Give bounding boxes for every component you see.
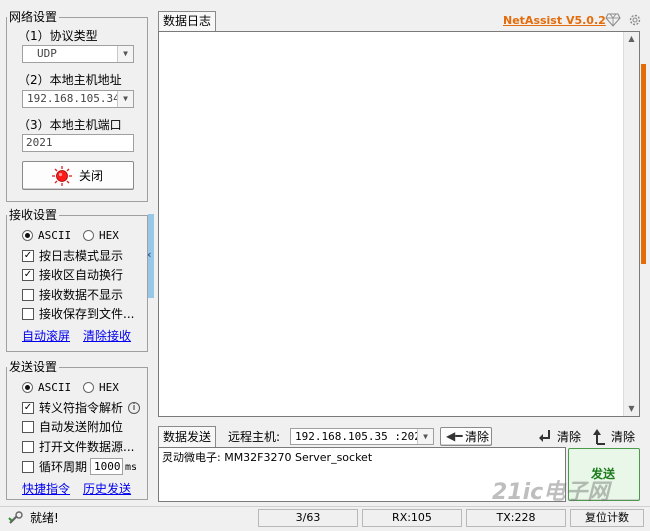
auto-wrap-label: 接收区自动换行 (39, 268, 124, 282)
local-port-input[interactable]: 2021 (22, 134, 134, 152)
info-icon[interactable]: i (128, 402, 140, 414)
cycle-period-input[interactable]: 1000 (90, 458, 123, 475)
local-host-label: （2）本地主机地址 (18, 73, 122, 87)
app-title[interactable]: NetAssist V5.0.2 (503, 14, 606, 28)
file-source-checkbox[interactable] (22, 441, 34, 453)
send-hex-radio[interactable] (83, 382, 94, 393)
page-counter: 3/63 (258, 509, 358, 527)
log-scrollbar[interactable]: ▲ ▼ (623, 32, 639, 416)
auto-wrap-checkbox[interactable]: ✓ (22, 269, 34, 281)
clear-remote-button[interactable]: ◀━ 清除 (440, 427, 492, 446)
scroll-up-icon[interactable]: ▲ (624, 32, 639, 46)
receive-settings-legend: 接收设置 (9, 208, 58, 222)
status-ready: 就绪! (30, 511, 59, 525)
tx-counter: TX:228 (466, 509, 566, 527)
chevron-down-icon[interactable]: ▼ (117, 91, 133, 107)
auto-append-checkbox[interactable] (22, 421, 34, 433)
file-source-label: 打开文件数据源... (39, 440, 135, 454)
receive-ascii-label: ASCII (38, 229, 72, 242)
red-light-icon (52, 166, 72, 186)
receive-ascii-radio[interactable] (22, 230, 33, 241)
escape-parse-checkbox[interactable]: ✓ (22, 402, 34, 414)
protocol-select[interactable]: UDP ▼ (22, 45, 134, 63)
local-host-select[interactable]: 192.168.105.34 ▼ (22, 90, 134, 108)
save-to-file-checkbox[interactable] (22, 308, 34, 320)
chevron-down-icon[interactable]: ▼ (417, 429, 433, 444)
tx-counter-text: TX:228 (496, 511, 536, 524)
auto-scroll-link[interactable]: 自动滚屏 (22, 329, 70, 343)
clear-send-label: 清除 (611, 430, 636, 444)
local-port-label: （3）本地主机端口 (18, 118, 122, 132)
remote-host-value: 192.168.105.35 :2021 (295, 430, 428, 443)
chevron-down-icon[interactable]: ▼ (117, 46, 133, 62)
send-button-label: 发送 (591, 467, 616, 481)
clear-send-button[interactable]: 清除 (592, 428, 640, 446)
page-counter-text: 3/63 (295, 511, 321, 524)
cycle-label: 循环周期 (39, 460, 88, 474)
log-mode-checkbox[interactable]: ✓ (22, 250, 34, 262)
network-settings-legend: 网络设置 (9, 10, 58, 24)
right-accent-bar (641, 64, 646, 264)
arrow-left-icon: ◀━ (446, 429, 463, 443)
remote-host-label: 远程主机: (228, 430, 281, 444)
reset-counter-label: 复位计数 (585, 511, 629, 524)
log-mode-label: 按日志模式显示 (39, 249, 124, 263)
hide-receive-label: 接收数据不显示 (39, 288, 124, 302)
shortcut-commands-link[interactable]: 快捷指令 (22, 482, 70, 496)
send-ascii-radio[interactable] (22, 382, 33, 393)
clear-receive-btn-label: 清除 (557, 430, 582, 444)
send-tab[interactable]: 数据发送 (158, 426, 216, 447)
diamond-icon[interactable] (605, 13, 621, 27)
collapse-arrow-icon[interactable]: ‹ (147, 248, 155, 262)
reset-counter-button[interactable]: 复位计数 (570, 509, 644, 527)
up-arrow-icon (593, 429, 605, 445)
clear-receive-link[interactable]: 清除接收 (83, 329, 131, 343)
watermark: 21ic电子网 (492, 480, 610, 505)
send-settings-legend: 发送设置 (9, 360, 58, 374)
close-button-label: 关闭 (79, 169, 104, 183)
receive-hex-label: HEX (99, 229, 119, 242)
log-tab[interactable]: 数据日志 (158, 11, 216, 31)
wrench-icon (8, 511, 23, 524)
clear-remote-label: 清除 (465, 430, 490, 444)
return-arrow-icon (539, 430, 550, 442)
rx-counter: RX:105 (362, 509, 462, 527)
protocol-type-label: （1）协议类型 (18, 29, 98, 43)
send-history-link[interactable]: 历史发送 (83, 482, 131, 496)
send-ascii-label: ASCII (38, 381, 72, 394)
auto-append-label: 自动发送附加位 (39, 420, 124, 434)
data-log-area[interactable]: ▲ ▼ (158, 31, 640, 417)
receive-hex-radio[interactable] (83, 230, 94, 241)
send-hex-label: HEX (99, 381, 119, 394)
log-tab-label: 数据日志 (163, 14, 212, 28)
rx-counter-text: RX:105 (392, 511, 432, 524)
scroll-down-icon[interactable]: ▼ (624, 402, 639, 416)
clear-receive-button[interactable]: 清除 (538, 428, 586, 446)
save-to-file-label: 接收保存到文件... (39, 307, 135, 321)
send-tab-label: 数据发送 (163, 430, 212, 444)
cycle-checkbox[interactable] (22, 461, 34, 473)
remote-host-select[interactable]: 192.168.105.35 :2021 ▼ (290, 428, 434, 445)
protocol-value: UDP (37, 47, 57, 60)
close-connection-button[interactable]: 关闭 (22, 161, 134, 190)
cycle-unit-label: ms (125, 462, 138, 473)
settings-gear-icon[interactable] (628, 13, 642, 27)
send-input-text: 灵动微电子: MM32F3270 Server_socket (162, 451, 373, 464)
escape-parse-label: 转义符指令解析 (39, 401, 124, 415)
hide-receive-checkbox[interactable] (22, 289, 34, 301)
local-host-value: 192.168.105.34 (27, 92, 120, 105)
